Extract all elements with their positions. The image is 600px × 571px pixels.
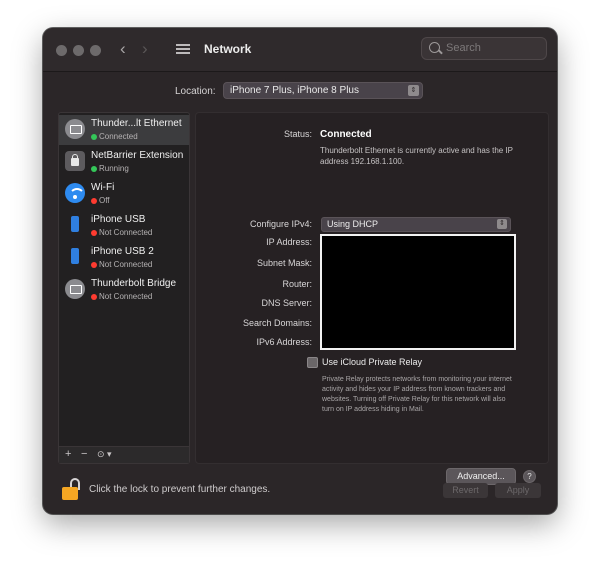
- subnet-mask-label: Subnet Mask:: [256, 258, 312, 268]
- ip-address-label: IP Address:: [266, 237, 312, 247]
- service-item-iphone-usb[interactable]: iPhone USB Not Connected: [59, 211, 189, 241]
- unlocked-lock-icon[interactable]: [60, 478, 80, 500]
- close-window-button[interactable]: [56, 45, 67, 56]
- private-relay-description: Private Relay protects networks from mon…: [322, 376, 512, 413]
- service-item-thunderbolt-ethernet[interactable]: Thunder...lt Ethernet Connected: [59, 115, 189, 145]
- service-status: Not Connected: [99, 292, 153, 301]
- service-name: Wi-Fi: [91, 182, 115, 193]
- service-item-netbarrier-extension[interactable]: NetBarrier Extension Running: [59, 147, 189, 177]
- service-item-wifi[interactable]: Wi-Fi Off: [59, 179, 189, 209]
- location-value: iPhone 7 Plus, iPhone 8 Plus: [230, 85, 359, 96]
- ethernet-icon: [65, 279, 85, 299]
- window-title: Network: [204, 42, 252, 56]
- iphone-icon: [65, 215, 85, 235]
- service-name: Thunder...lt Ethernet: [91, 118, 182, 129]
- remove-service-button[interactable]: −: [81, 448, 87, 460]
- help-button[interactable]: ?: [523, 470, 536, 483]
- show-all-grid-icon[interactable]: [176, 44, 190, 55]
- location-select[interactable]: iPhone 7 Plus, iPhone 8 Plus ⇕: [223, 82, 423, 99]
- status-description: Thunderbolt Ethernet is currently active…: [320, 146, 513, 166]
- configure-ipv4-value: Using DHCP: [327, 219, 379, 229]
- service-item-iphone-usb-2[interactable]: iPhone USB 2 Not Connected: [59, 243, 189, 273]
- ethernet-icon: [65, 119, 85, 139]
- iphone-icon: [65, 247, 85, 267]
- configure-ipv4-label: Configure IPv4:: [249, 219, 312, 229]
- status-dot: [91, 262, 97, 268]
- revert-button[interactable]: Revert: [443, 483, 488, 498]
- status-dot: [91, 294, 97, 300]
- title-bar: ‹ › Network Search: [43, 28, 557, 72]
- router-label: Router:: [282, 279, 312, 289]
- network-preferences-window: ‹ › Network Search Location: iPhone 7 Pl…: [43, 28, 557, 514]
- search-placeholder: Search: [446, 42, 481, 54]
- service-name: iPhone USB: [91, 214, 146, 225]
- back-arrow-icon[interactable]: ‹: [120, 39, 126, 59]
- private-relay-label: Use iCloud Private Relay: [322, 357, 423, 367]
- chevron-updown-icon: ⇕: [408, 85, 419, 96]
- service-name: iPhone USB 2: [91, 246, 154, 257]
- zoom-window-button[interactable]: [90, 45, 101, 56]
- private-relay-checkbox[interactable]: [307, 357, 318, 368]
- service-status: Connected: [99, 132, 138, 141]
- service-status: Off: [99, 196, 110, 205]
- status-dot: [91, 134, 97, 140]
- service-name: NetBarrier Extension: [91, 150, 184, 161]
- search-domains-label: Search Domains:: [242, 318, 312, 328]
- configure-ipv4-select[interactable]: Using DHCP ⇕: [321, 217, 511, 232]
- status-label: Status:: [283, 129, 312, 139]
- chevron-updown-icon: ⇕: [497, 219, 507, 229]
- location-label: Location:: [175, 86, 216, 97]
- service-list: Thunder...lt Ethernet Connected NetBarri…: [58, 112, 190, 464]
- service-list-toolbar: + − ⊙ ▾: [59, 446, 189, 463]
- wifi-icon: [65, 183, 85, 203]
- add-service-button[interactable]: +: [65, 448, 71, 460]
- ipv6-address-label: IPv6 Address:: [256, 337, 312, 347]
- forward-arrow-icon[interactable]: ›: [142, 39, 148, 59]
- apply-button[interactable]: Apply: [495, 483, 541, 498]
- status-dot: [91, 230, 97, 236]
- minimize-window-button[interactable]: [73, 45, 84, 56]
- service-status: Running: [99, 164, 129, 173]
- dns-server-label: DNS Server:: [261, 298, 312, 308]
- status-dot: [91, 166, 97, 172]
- extension-lock-icon: [65, 151, 85, 171]
- status-dot: [91, 198, 97, 204]
- redacted-network-values: [320, 234, 516, 350]
- service-detail-panel: Status: Connected Thunderbolt Ethernet i…: [195, 112, 549, 485]
- service-status: Not Connected: [99, 228, 153, 237]
- service-name: Thunderbolt Bridge: [91, 278, 177, 289]
- action-menu-button[interactable]: ⊙ ▾: [97, 449, 112, 460]
- search-icon: [429, 42, 440, 53]
- search-field[interactable]: Search: [421, 37, 547, 60]
- lock-hint-text: Click the lock to prevent further change…: [89, 484, 271, 495]
- status-value: Connected: [320, 129, 372, 140]
- service-status: Not Connected: [99, 260, 153, 269]
- service-item-thunderbolt-bridge[interactable]: Thunderbolt Bridge Not Connected: [59, 275, 189, 305]
